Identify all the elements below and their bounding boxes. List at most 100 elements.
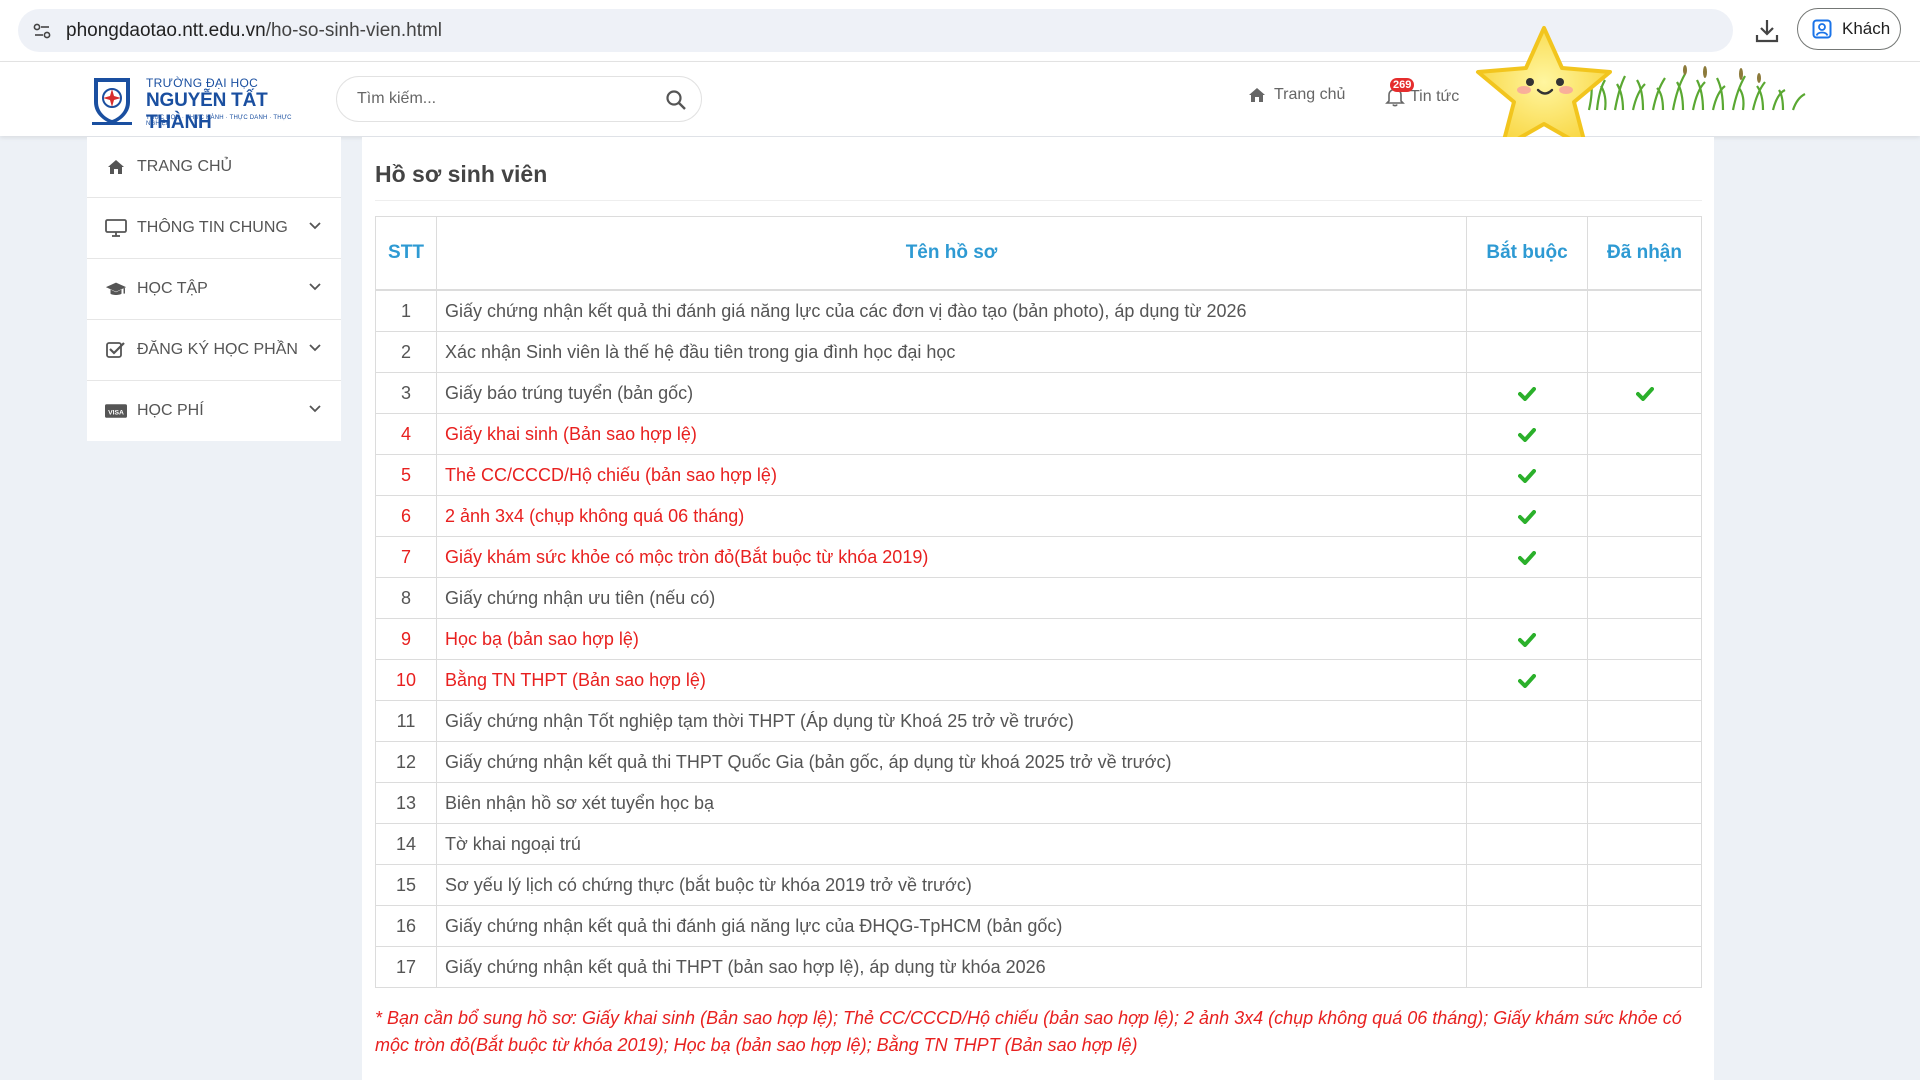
home-icon <box>105 159 127 175</box>
table-row: 17 Giấy chứng nhận kết quả thi THPT (bản … <box>375 946 1702 988</box>
search-icon[interactable] <box>665 89 687 111</box>
row-stt: 3 <box>375 372 437 414</box>
table-row: 15 Sơ yếu lý lịch có chứng thực (bắt buộc… <box>375 864 1702 906</box>
sidebar-item-hoc-tap[interactable]: HỌC TẬP <box>87 259 341 320</box>
sidebar-item-thong-tin-chung[interactable]: THÔNG TIN CHUNG <box>87 198 341 259</box>
required-check-icon <box>1518 670 1536 690</box>
table-row: 3 Giấy báo trúng tuyển (bản gốc) <box>375 372 1702 414</box>
required-check-icon <box>1518 424 1536 444</box>
row-required-cell <box>1466 331 1588 373</box>
row-document-name: Giấy chứng nhận kết quả thi đánh giá năn… <box>436 289 1467 332</box>
row-required-cell <box>1466 618 1588 660</box>
sidebar-item-trang-chu[interactable]: TRANG CHỦ <box>87 137 341 198</box>
chevron-down-icon[interactable] <box>309 283 321 291</box>
table-row: 14 Tờ khai ngoại trú <box>375 823 1702 865</box>
table-row: 13 Biên nhận hồ sơ xét tuyển học bạ <box>375 782 1702 824</box>
table-row: 4 Giấy khai sinh (Bản sao hợp lệ) <box>375 413 1702 455</box>
row-document-name: Giấy chứng nhận kết quả thi THPT (bản sa… <box>436 946 1467 988</box>
checkbox-icon <box>105 341 127 359</box>
row-stt: 16 <box>375 905 437 947</box>
documents-table: STT Tên hồ sơ Bắt buộc Đã nhận 1 Giấy chứ… <box>375 216 1702 988</box>
row-received-cell <box>1587 413 1702 455</box>
search-input[interactable] <box>355 89 649 109</box>
required-check-icon <box>1518 383 1536 403</box>
grass-decoration-icon <box>1587 65 1806 111</box>
logo-line3: THỰC HỌC · THỰC HÀNH · THỰC DANH · THỰC … <box>146 115 292 127</box>
row-stt: 15 <box>375 864 437 906</box>
row-document-name: Tờ khai ngoại trú <box>436 823 1467 865</box>
table-row: 16 Giấy chứng nhận kết quả thi đánh giá n… <box>375 905 1702 947</box>
table-row: 9 Học bạ (bản sao hợp lệ) <box>375 618 1702 660</box>
visa-card-icon: VISA <box>105 402 127 420</box>
row-required-cell <box>1466 946 1588 988</box>
row-received-cell <box>1587 454 1702 496</box>
row-received-cell <box>1587 864 1702 906</box>
profile-button[interactable]: Khách <box>1797 8 1901 50</box>
row-required-cell <box>1466 823 1588 865</box>
sidebar-item-hoc-phi[interactable]: VISA HỌC PHÍ <box>87 381 341 441</box>
row-document-name: Biên nhận hồ sơ xét tuyển học bạ <box>436 782 1467 824</box>
download-icon[interactable] <box>1753 17 1781 45</box>
required-check-icon <box>1518 547 1536 567</box>
required-check-icon <box>1518 465 1536 485</box>
row-required-cell <box>1466 905 1588 947</box>
row-required-cell <box>1466 700 1588 742</box>
logo-emblem-icon <box>92 78 132 125</box>
row-stt: 17 <box>375 946 437 988</box>
required-check-icon <box>1518 506 1536 526</box>
row-document-name: Giấy chứng nhận kết quả thi đánh giá năn… <box>436 905 1467 947</box>
column-header-stt: STT <box>375 216 437 291</box>
row-received-cell <box>1587 659 1702 701</box>
column-header-received: Đã nhận <box>1587 216 1702 291</box>
university-logo[interactable]: TRƯỜNG ĐẠI HỌC NGUYỄN TẤT THÀNH THỰC HỌC… <box>88 68 308 133</box>
row-received-cell <box>1587 905 1702 947</box>
required-check-icon <box>1518 629 1536 649</box>
row-stt: 7 <box>375 536 437 578</box>
nav-news-link[interactable]: 269 Tin tức <box>1384 78 1460 108</box>
row-document-name: Giấy báo trúng tuyển (bản gốc) <box>436 372 1467 414</box>
row-stt: 13 <box>375 782 437 824</box>
row-required-cell <box>1466 413 1588 455</box>
chevron-down-icon[interactable] <box>309 405 321 413</box>
table-row: 8 Giấy chứng nhận ưu tiên (nếu có) <box>375 577 1702 619</box>
row-received-cell <box>1587 946 1702 988</box>
row-stt: 4 <box>375 413 437 455</box>
table-row: 1 Giấy chứng nhận kết quả thi đánh giá nă… <box>375 289 1702 332</box>
column-header-name: Tên hồ sơ <box>436 216 1467 291</box>
bell-icon: 269 <box>1384 78 1415 108</box>
row-stt: 9 <box>375 618 437 660</box>
table-row: 10 Bằng TN THPT (Bản sao hợp lệ) <box>375 659 1702 701</box>
nav-home-link[interactable]: Trang chủ <box>1248 86 1345 104</box>
row-required-cell <box>1466 454 1588 496</box>
row-received-cell <box>1587 577 1702 619</box>
row-required-cell <box>1466 864 1588 906</box>
url-path: /ho-so-sinh-vien.html <box>265 19 443 41</box>
chevron-down-icon[interactable] <box>309 222 321 230</box>
sidebar-menu: TRANG CHỦ THÔNG TIN CHUNG HỌC TẬP ĐĂNG K… <box>87 137 341 441</box>
table-row: 62 ảnh 3x4 (chụp không quá 06 tháng) <box>375 495 1702 537</box>
row-document-name: Sơ yếu lý lịch có chứng thực (bắt buộc t… <box>436 864 1467 906</box>
row-document-name: Thẻ CC/CCCD/Hộ chiếu (bản sao hợp lệ) <box>436 454 1467 496</box>
site-info-icon[interactable] <box>32 21 52 41</box>
row-received-cell <box>1587 823 1702 865</box>
chevron-down-icon[interactable] <box>309 344 321 352</box>
row-received-cell <box>1587 618 1702 660</box>
row-required-cell <box>1466 536 1588 578</box>
row-received-cell <box>1587 782 1702 824</box>
url-host: phongdaotao.ntt.edu.vn <box>66 19 266 41</box>
row-stt: 12 <box>375 741 437 783</box>
page-title: Hồ sơ sinh viên <box>375 161 548 187</box>
row-required-cell <box>1466 659 1588 701</box>
logo-line1: TRƯỜNG ĐẠI HỌC <box>146 76 259 90</box>
row-document-name: Giấy chứng nhận ưu tiên (nếu có) <box>436 577 1467 619</box>
column-header-required: Bắt buộc <box>1466 216 1588 291</box>
nav-news-label: Tin tức <box>1410 88 1460 105</box>
table-row: 12 Giấy chứng nhận kết quả thi THPT Quốc … <box>375 741 1702 783</box>
row-document-name: Giấy chứng nhận kết quả thi THPT Quốc Gi… <box>436 741 1467 783</box>
search-box <box>336 76 702 122</box>
row-received-cell <box>1587 372 1702 414</box>
sidebar-item-dang-ky-hoc-phan[interactable]: ĐĂNG KÝ HỌC PHẦN <box>87 320 341 381</box>
sidebar-item-label: HỌC PHÍ <box>137 402 204 419</box>
svg-text:VISA: VISA <box>108 409 124 416</box>
news-count-badge: 269 <box>1390 78 1415 92</box>
